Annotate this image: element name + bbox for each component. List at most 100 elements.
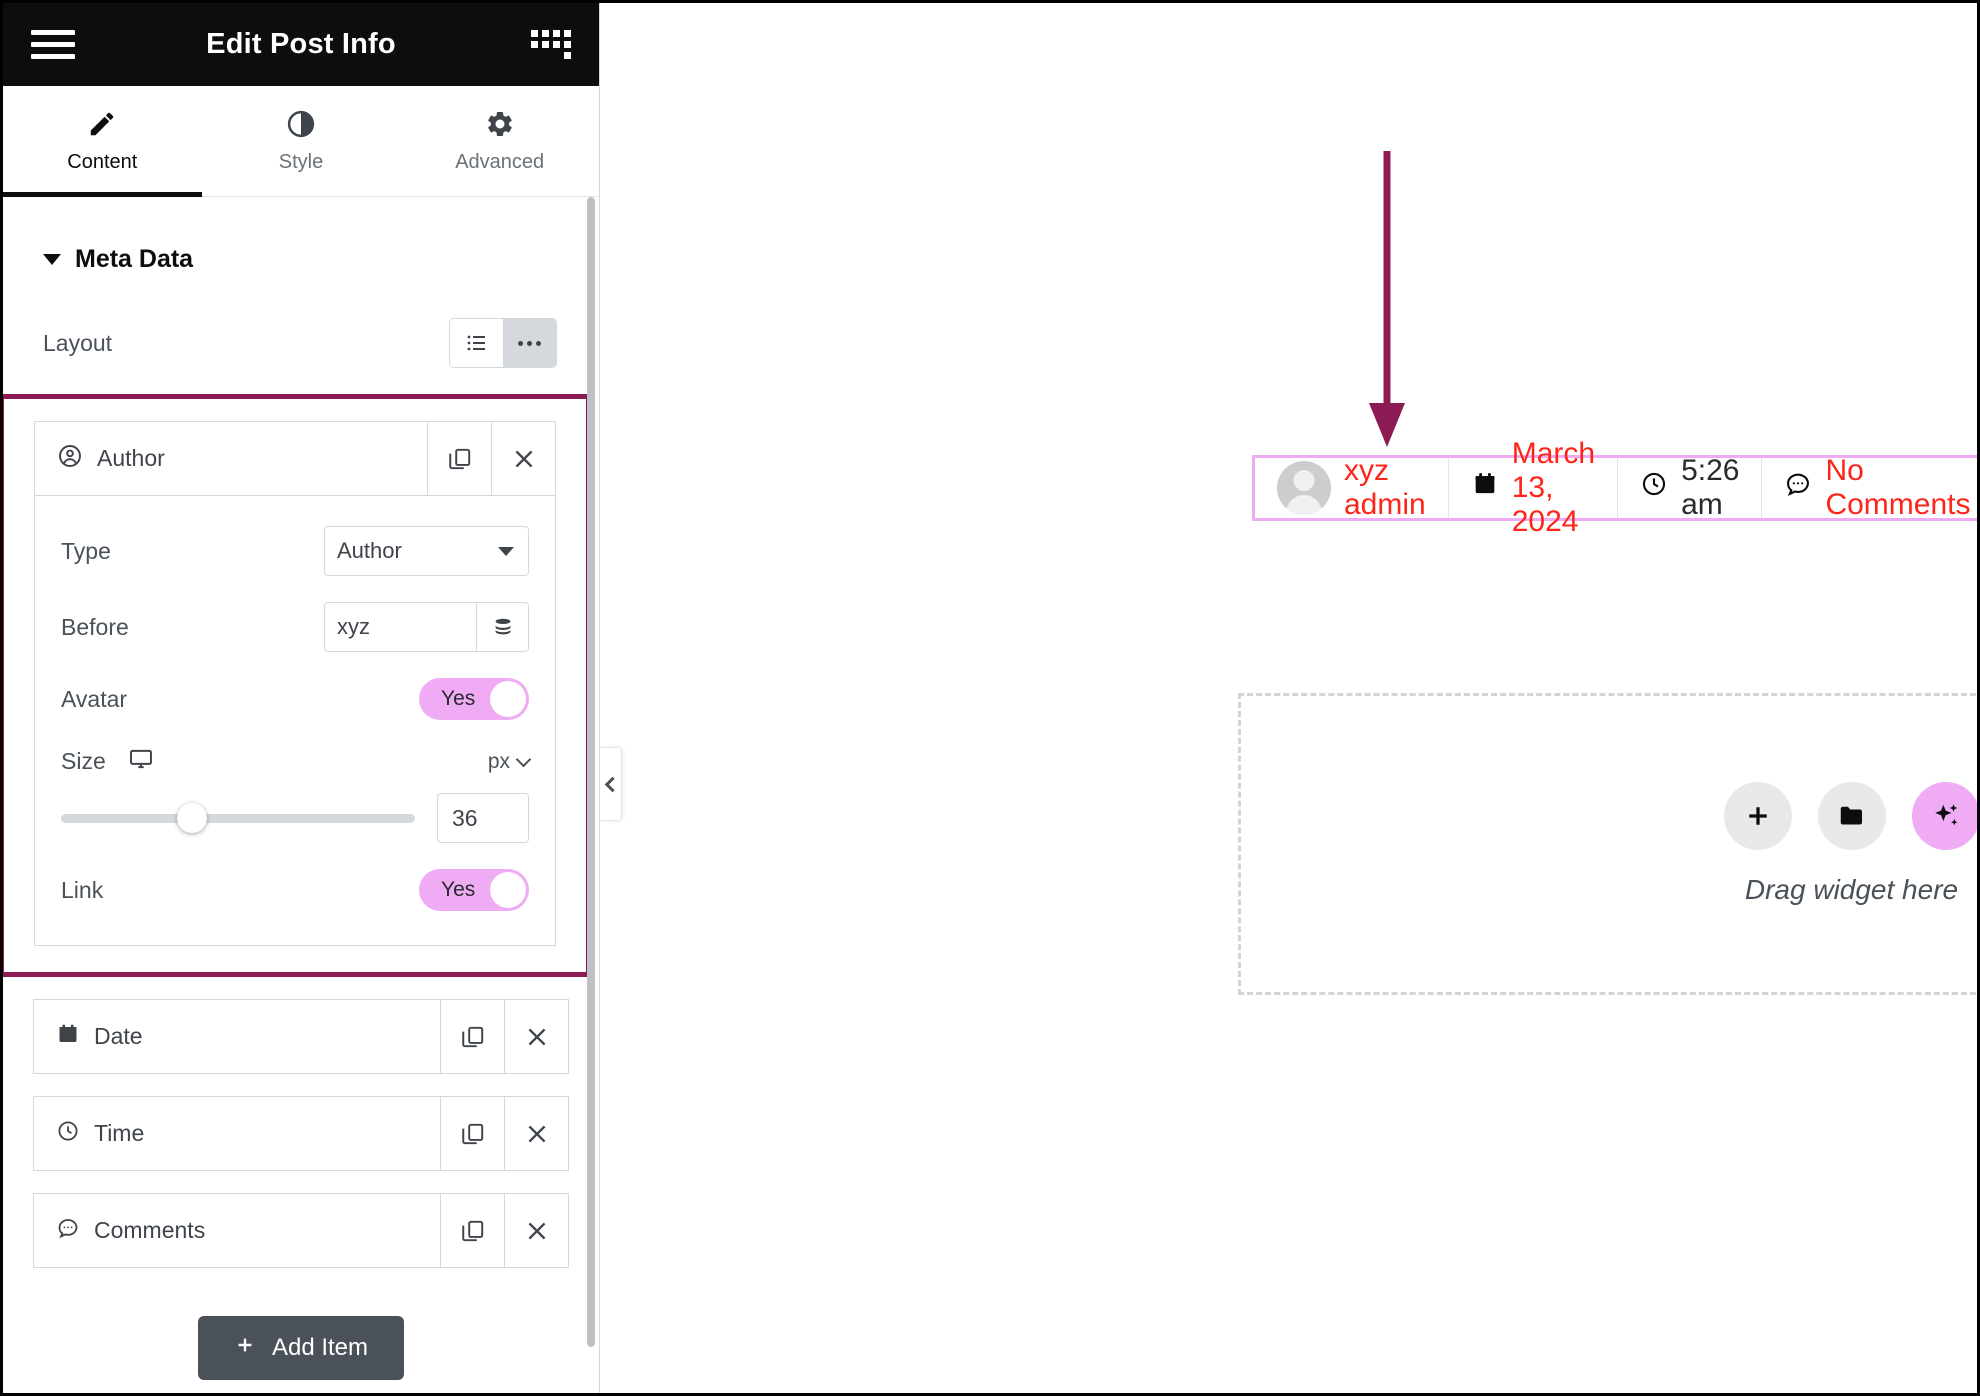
dropzone-buttons: [1723, 782, 1977, 850]
meta-author-text: xyz admin: [1344, 454, 1426, 521]
avatar-toggle-value: Yes: [441, 687, 476, 710]
section-meta-data[interactable]: Meta Data: [3, 197, 599, 274]
dynamic-tags-icon[interactable]: [476, 603, 528, 651]
dropzone-label: Drag widget here: [1744, 874, 1959, 905]
repeater-item-date: Date: [33, 999, 569, 1074]
repeater-item-author-header[interactable]: Author: [35, 422, 427, 495]
add-element-button[interactable]: [1723, 782, 1792, 850]
layout-label: Layout: [43, 329, 113, 356]
close-icon[interactable]: [504, 1194, 568, 1267]
add-item-row: Add Item: [3, 1268, 599, 1380]
clock-icon: [1640, 470, 1668, 506]
user-circle-icon: [57, 443, 83, 475]
tab-style[interactable]: Style: [202, 86, 401, 196]
widget-dropzone[interactable]: Drag widget here: [1238, 693, 1977, 995]
avatar-toggle[interactable]: Yes: [419, 678, 529, 720]
repeater-item-time-label: Time: [94, 1120, 145, 1146]
meta-date-text: March 13, 2024: [1511, 437, 1596, 538]
comment-icon: [56, 1216, 80, 1246]
close-icon[interactable]: [504, 1097, 568, 1170]
repeater-item-author: Author: [34, 421, 556, 496]
avatar-control-row: Avatar Yes: [61, 678, 529, 720]
size-number-field: [437, 793, 529, 843]
close-icon[interactable]: [491, 422, 555, 495]
gear-icon: [485, 109, 515, 139]
size-input[interactable]: [452, 804, 514, 832]
calendar-icon: [1471, 470, 1499, 506]
author-item-settings: Type Author Before xyz Avatar Yes Size p…: [34, 496, 556, 946]
duplicate-icon[interactable]: [440, 1097, 504, 1170]
size-unit-selector[interactable]: px: [487, 749, 532, 774]
avatar: [1277, 461, 1331, 515]
panel-tabs: Content Style Advanced: [3, 86, 599, 197]
add-item-button[interactable]: Add Item: [197, 1316, 405, 1380]
type-label: Type: [61, 537, 111, 564]
size-slider-thumb[interactable]: [176, 803, 207, 833]
repeater-item-author-label: Author: [97, 445, 165, 471]
elementor-editor: Edit Post Info Content Style Advanced Me…: [0, 0, 1980, 1396]
meta-item-time[interactable]: 5:26 am: [1618, 454, 1763, 521]
tab-content[interactable]: Content: [3, 86, 202, 197]
meta-item-date[interactable]: March 13, 2024: [1449, 437, 1619, 538]
panel-scroll-area: Meta Data Layout Author Type Author Befo…: [3, 197, 599, 1393]
repeater-item-comments-label: Comments: [94, 1217, 206, 1243]
size-slider-row: [61, 793, 529, 843]
grid-apps-icon[interactable]: [527, 30, 571, 59]
dropzone-content: Drag widget here: [1723, 782, 1977, 906]
page-title: Edit Post Info: [206, 28, 396, 60]
size-unit-value: px: [487, 749, 510, 773]
close-icon[interactable]: [504, 1000, 568, 1073]
section-title-label: Meta Data: [75, 245, 194, 273]
plus-icon: [234, 1334, 256, 1363]
layout-option-list[interactable]: [450, 319, 503, 367]
link-toggle[interactable]: Yes: [419, 869, 529, 911]
meta-item-author[interactable]: xyz admin: [1255, 454, 1449, 521]
inline-dots-icon: [518, 340, 541, 346]
annotation-down-arrow: [1369, 151, 1405, 447]
tab-style-label: Style: [278, 150, 324, 173]
size-label: Size: [61, 748, 106, 774]
meta-item-comments[interactable]: No Comments: [1762, 454, 1977, 521]
clock-icon: [56, 1119, 80, 1149]
comment-icon: [1784, 470, 1812, 506]
repeater-item-comments-header[interactable]: Comments: [34, 1194, 440, 1267]
ai-button[interactable]: [1911, 782, 1977, 850]
tab-content-label: Content: [67, 150, 138, 173]
panel-scrollbar[interactable]: [587, 197, 595, 1347]
calendar-icon: [56, 1022, 80, 1052]
meta-time-text: 5:26 am: [1681, 454, 1740, 521]
hamburger-icon[interactable]: [31, 30, 75, 59]
type-select[interactable]: Author: [324, 526, 529, 576]
duplicate-icon[interactable]: [440, 1194, 504, 1267]
tab-advanced-label: Advanced: [455, 150, 545, 173]
add-template-button[interactable]: [1817, 782, 1886, 850]
meta-comments-text: No Comments: [1825, 454, 1971, 521]
repeater-item-time-header[interactable]: Time: [34, 1097, 440, 1170]
before-control-row: Before: [61, 602, 529, 652]
caret-down-icon: [43, 254, 61, 265]
tab-advanced[interactable]: Advanced: [400, 86, 599, 196]
duplicate-icon[interactable]: [440, 1000, 504, 1073]
layout-option-inline[interactable]: [503, 319, 556, 367]
chevron-left-icon: [604, 776, 620, 792]
repeater-item-comments: Comments: [33, 1193, 569, 1268]
post-info-widget[interactable]: xyz admin March 13, 2024 5:26 am No Comm…: [1252, 437, 1977, 538]
size-slider[interactable]: [61, 803, 415, 833]
repeater-item-date-header[interactable]: Date: [34, 1000, 440, 1073]
add-item-label: Add Item: [271, 1334, 369, 1361]
size-control-group: Size px: [61, 746, 532, 843]
avatar-toggle-knob: [490, 681, 526, 717]
duplicate-icon[interactable]: [427, 422, 491, 495]
repeater-item-date-label: Date: [94, 1023, 143, 1049]
before-field-wrap: [324, 602, 529, 652]
chevron-down-icon: [515, 751, 532, 767]
panel-header: Edit Post Info: [3, 3, 599, 86]
avatar-label: Avatar: [61, 685, 128, 712]
author-item-highlight: Author Type Author Before xyz Avatar Yes…: [3, 394, 591, 977]
link-label: Link: [61, 876, 104, 903]
chevron-down-icon: [498, 546, 514, 556]
before-input[interactable]: [325, 603, 476, 651]
size-control-header: Size px: [61, 746, 532, 777]
panel-collapse-button[interactable]: [600, 747, 622, 821]
desktop-icon[interactable]: [128, 746, 154, 777]
